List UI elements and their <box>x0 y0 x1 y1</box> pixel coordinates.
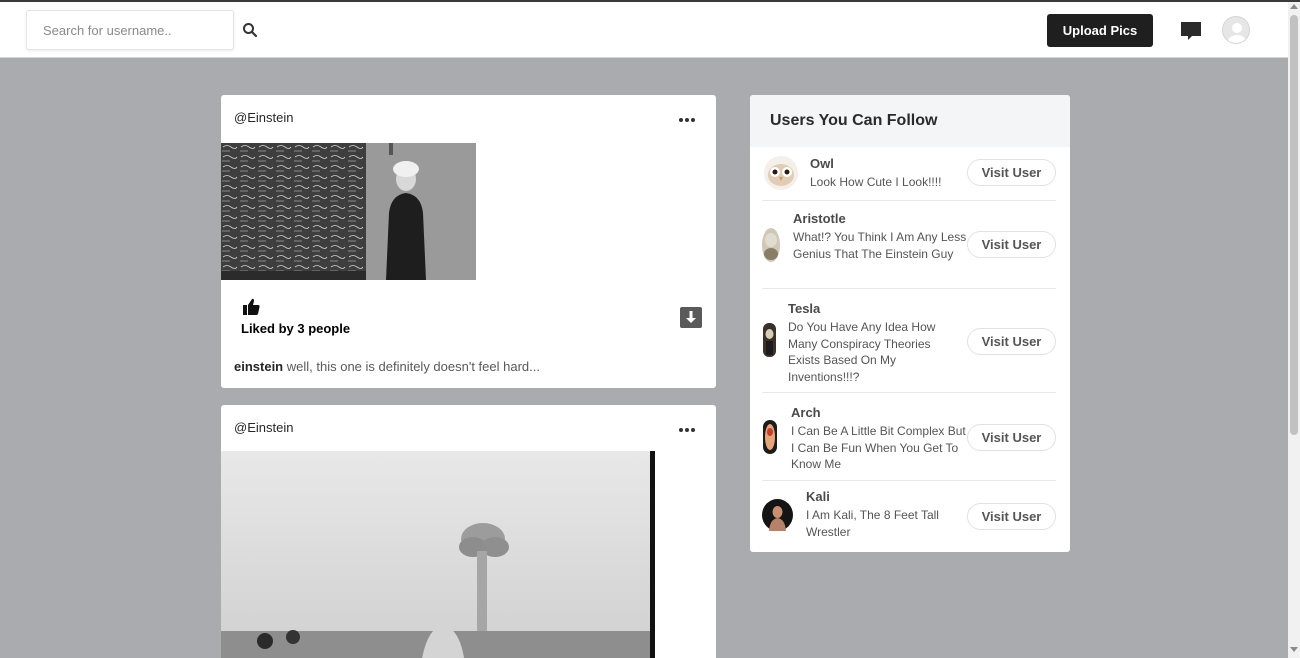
scroll-up-arrow-icon[interactable] <box>1290 4 1298 9</box>
suggested-user-bio: I Am Kali, The 8 Feet Tall Wrestler <box>806 508 939 539</box>
suggestions-title: Users You Can Follow <box>770 112 938 129</box>
scroll-thumb[interactable] <box>1290 15 1298 435</box>
suggested-username[interactable]: Kali <box>806 489 830 504</box>
suggested-user-bio: Do You Have Any Idea How Many Conspiracy… <box>788 320 936 384</box>
download-icon[interactable] <box>680 307 702 328</box>
post-card: @Einstein Liked by 3 people einstein wel… <box>221 95 716 388</box>
post-card: @Einstein <box>221 405 716 658</box>
visit-user-button[interactable]: Visit User <box>967 328 1056 355</box>
visit-user-button[interactable]: Visit User <box>967 503 1056 530</box>
message-icon[interactable] <box>1179 19 1203 43</box>
visit-user-button[interactable]: Visit User <box>967 159 1056 186</box>
suggested-user-row: Owl Look How Cute I Look!!!! Visit User <box>762 147 1056 201</box>
post-username[interactable]: @Einstein <box>234 420 293 435</box>
post-image[interactable] <box>221 451 655 658</box>
user-avatar[interactable] <box>763 323 776 357</box>
scroll-down-arrow-icon[interactable] <box>1290 647 1298 652</box>
user-avatar[interactable] <box>762 499 793 531</box>
profile-avatar[interactable] <box>1222 16 1250 44</box>
suggested-user-row: Arch I Can Be A Little Bit Complex But I… <box>762 393 1056 481</box>
caption-username[interactable]: einstein <box>234 359 283 374</box>
suggested-username[interactable]: Aristotle <box>793 211 846 226</box>
suggestions-header: Users You Can Follow <box>750 95 1070 147</box>
more-options-icon[interactable] <box>679 109 699 122</box>
visit-user-button[interactable]: Visit User <box>967 231 1056 258</box>
page-scrollbar[interactable] <box>1288 2 1300 658</box>
suggested-user-row: Aristotle What!? You Think I Am Any Less… <box>762 201 1056 289</box>
search-input[interactable] <box>26 10 234 50</box>
user-avatar[interactable] <box>763 420 777 454</box>
more-options-icon[interactable] <box>679 419 699 432</box>
suggested-username[interactable]: Arch <box>791 405 821 420</box>
top-navbar: Upload Pics <box>0 2 1288 58</box>
suggested-user-bio: Look How Cute I Look!!!! <box>810 175 942 189</box>
post-image[interactable] <box>221 143 476 280</box>
search-icon[interactable] <box>242 22 258 38</box>
suggested-user-bio: What!? You Think I Am Any Less Genius Th… <box>793 230 967 261</box>
suggested-username[interactable]: Tesla <box>788 301 820 316</box>
suggested-user-row: Tesla Do You Have Any Idea How Many Cons… <box>762 289 1056 393</box>
post-caption: einstein well, this one is definitely do… <box>234 359 540 374</box>
suggested-username[interactable]: Owl <box>810 156 834 171</box>
suggested-user-row: Kali I Am Kali, The 8 Feet Tall Wrestler… <box>762 481 1056 552</box>
post-username[interactable]: @Einstein <box>234 110 293 125</box>
likes-count: Liked by 3 people <box>241 321 351 336</box>
suggestions-panel: Users You Can Follow Owl Look How Cute I… <box>750 95 1070 552</box>
user-avatar[interactable] <box>762 228 780 262</box>
caption-text: well, this one is definitely doesn't fee… <box>286 359 540 374</box>
suggested-user-bio: I Can Be A Little Bit Complex But I Can … <box>791 424 966 471</box>
upload-pics-button[interactable]: Upload Pics <box>1047 14 1153 47</box>
visit-user-button[interactable]: Visit User <box>967 424 1056 451</box>
like-icon[interactable] <box>241 297 261 317</box>
user-avatar[interactable] <box>764 156 798 190</box>
